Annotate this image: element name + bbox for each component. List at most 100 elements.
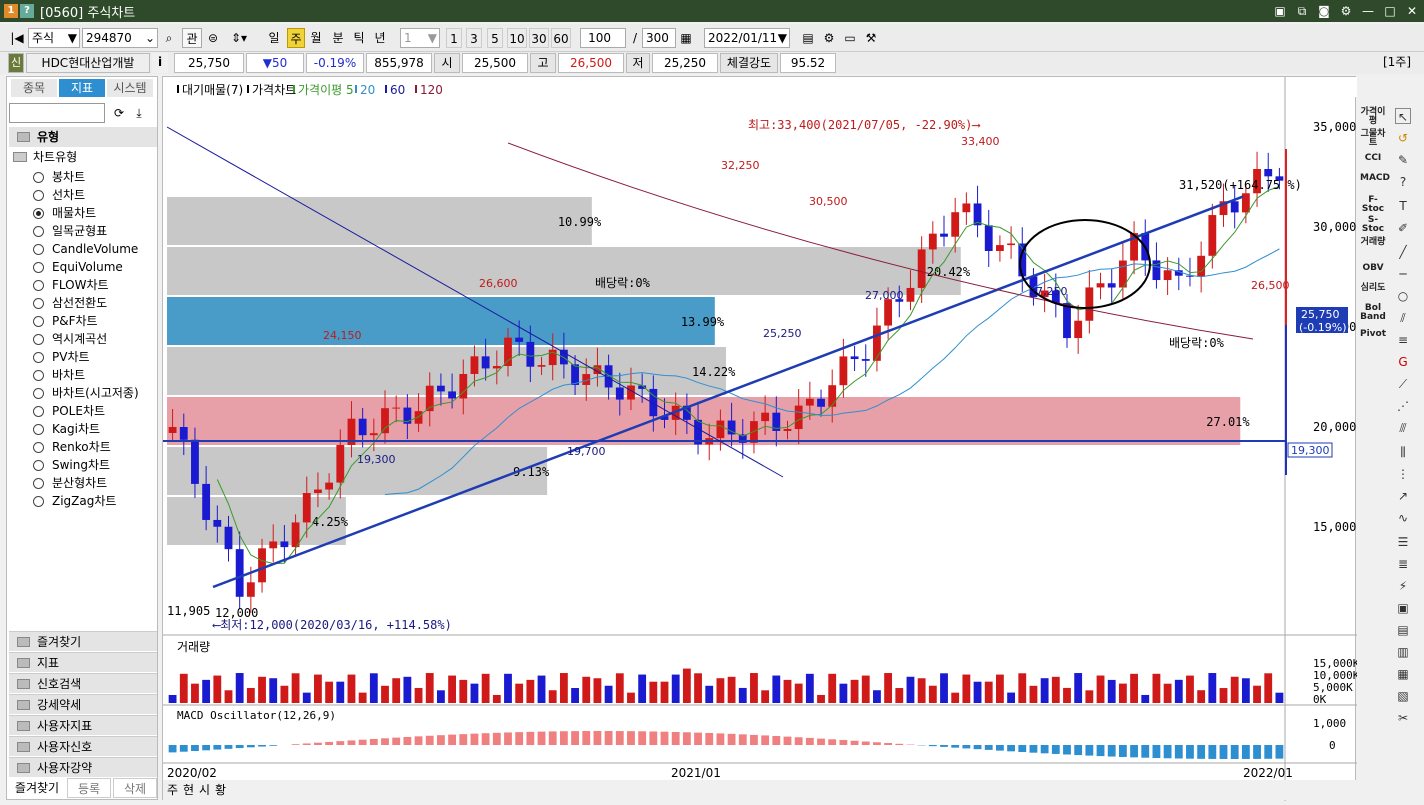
- period-tick[interactable]: 틱: [351, 28, 367, 48]
- count-input[interactable]: 100: [580, 28, 626, 48]
- search-icon[interactable]: ⌕: [160, 28, 178, 48]
- tools-icon[interactable]: ⚒: [863, 28, 879, 48]
- folder-favorites[interactable]: 즐겨찾기: [9, 631, 157, 651]
- tab-system[interactable]: 시스템: [107, 79, 153, 97]
- period-week[interactable]: 주: [287, 28, 305, 48]
- group-chart-type[interactable]: 차트유형: [13, 149, 77, 165]
- maximize-icon[interactable]: □: [1382, 3, 1398, 19]
- channel-icon[interactable]: ⫽: [1395, 310, 1411, 326]
- chart-type-14[interactable]: Kagi차트: [33, 421, 100, 437]
- tab-stock[interactable]: 종목: [11, 79, 57, 97]
- copy-icon[interactable]: ⧉: [1294, 3, 1310, 19]
- radio-icon[interactable]: [33, 495, 44, 507]
- unit-10-button[interactable]: 10: [507, 28, 527, 48]
- stepper-icon[interactable]: ⇕▾: [226, 28, 252, 48]
- radio-icon[interactable]: [33, 207, 44, 219]
- auto-icon[interactable]: ⚡: [1395, 578, 1411, 594]
- chart-type-2[interactable]: 매물차트: [33, 205, 96, 221]
- chart-type-11[interactable]: 바차트: [33, 367, 85, 383]
- tool-icon[interactable]: ✂: [1395, 710, 1411, 726]
- section-type[interactable]: 유형: [9, 127, 157, 147]
- circle-icon[interactable]: ○: [1395, 288, 1411, 304]
- period-month[interactable]: 월: [308, 28, 324, 48]
- radio-icon[interactable]: [33, 477, 44, 489]
- chart-type-7[interactable]: 삼선전환도: [33, 295, 107, 311]
- indicator-shortcut-6[interactable]: 거래량: [1360, 238, 1386, 247]
- radio-icon[interactable]: [33, 225, 44, 237]
- list-icon[interactable]: ☰: [1395, 534, 1411, 550]
- unit-60-button[interactable]: 60: [551, 28, 571, 48]
- unit-select[interactable]: 1 ▼: [400, 28, 440, 48]
- radio-icon[interactable]: [33, 243, 44, 255]
- folder-user-signals[interactable]: 사용자신호: [9, 736, 157, 756]
- folder-signal-search[interactable]: 신호검색: [9, 673, 157, 693]
- radio-icon[interactable]: [33, 171, 44, 183]
- arrow-icon[interactable]: ↗: [1395, 488, 1411, 504]
- stack-icon[interactable]: ≣: [1395, 556, 1411, 572]
- radio-icon[interactable]: [33, 423, 44, 435]
- indicator-shortcut-9[interactable]: Bol Band: [1360, 304, 1386, 322]
- doc-icon[interactable]: ▤: [1395, 622, 1411, 638]
- indicator-shortcut-1[interactable]: 그물차트: [1360, 130, 1386, 148]
- download-icon[interactable]: ⤓: [131, 105, 147, 121]
- hline-icon[interactable]: ─: [1395, 266, 1411, 282]
- chart-type-0[interactable]: 봉차트: [33, 169, 85, 185]
- tab-indicator[interactable]: 지표: [59, 79, 105, 97]
- save-icon[interactable]: ▭: [842, 28, 858, 48]
- chart-type-3[interactable]: 일목균형표: [33, 223, 107, 239]
- period-day[interactable]: 일: [266, 28, 282, 48]
- camera-icon[interactable]: ◙: [1316, 3, 1332, 19]
- radio-icon[interactable]: [33, 351, 44, 363]
- indicator-shortcut-7[interactable]: OBV: [1360, 264, 1386, 273]
- text-icon[interactable]: T: [1395, 198, 1411, 214]
- settings-icon[interactable]: ⊜: [204, 28, 222, 48]
- unit-3-button[interactable]: 3: [466, 28, 482, 48]
- chart-type-5[interactable]: EquiVolume: [33, 259, 123, 275]
- help-icon[interactable]: ?: [20, 4, 34, 18]
- radio-icon[interactable]: [33, 405, 44, 417]
- indicator-shortcut-5[interactable]: S-Stoc: [1360, 216, 1386, 234]
- radio-icon[interactable]: [33, 261, 44, 273]
- line-icon[interactable]: ╱: [1395, 244, 1411, 260]
- wave-icon[interactable]: ∿: [1395, 510, 1411, 526]
- unit-30-button[interactable]: 30: [529, 28, 549, 48]
- indicator-search-input[interactable]: [9, 103, 105, 123]
- indicator-shortcut-3[interactable]: MACD: [1360, 174, 1390, 183]
- chart-settings-icon[interactable]: ▤: [800, 28, 816, 48]
- indicator-shortcut-10[interactable]: Pivot: [1360, 330, 1386, 339]
- unit-1-button[interactable]: 1: [446, 28, 462, 48]
- gear-icon[interactable]: ⚙: [821, 28, 837, 48]
- chart-type-1[interactable]: 선차트: [33, 187, 85, 203]
- chart-type-10[interactable]: PV차트: [33, 349, 90, 365]
- eraser-icon[interactable]: ✎: [1395, 152, 1411, 168]
- radio-icon[interactable]: [33, 315, 44, 327]
- grid-icon[interactable]: ▦: [1395, 666, 1411, 682]
- code-input[interactable]: 294870 ⌄: [82, 28, 158, 48]
- minimize-icon[interactable]: —: [1360, 3, 1376, 19]
- delete-button[interactable]: 삭제: [113, 778, 157, 798]
- first-icon[interactable]: |◀: [8, 28, 26, 48]
- radio-icon[interactable]: [33, 333, 44, 345]
- radio-icon[interactable]: [33, 297, 44, 309]
- chart-type-12[interactable]: 바차트(시고저종): [33, 385, 139, 401]
- chart-area[interactable]: 대기매물(7) 가격차트 가격이평 5 20 60 120 4.25% 9.13% 27.01%…: [162, 76, 1357, 801]
- fan-icon[interactable]: ⋰: [1395, 398, 1411, 414]
- radio-icon[interactable]: [33, 387, 44, 399]
- cycle-icon[interactable]: ⋮: [1395, 466, 1411, 482]
- period-year[interactable]: 년: [372, 28, 388, 48]
- pen-icon[interactable]: ✐: [1395, 220, 1411, 236]
- chart-type-16[interactable]: Swing차트: [33, 457, 110, 473]
- chart-type-9[interactable]: 역시계곡선: [33, 331, 107, 347]
- indicator-shortcut-2[interactable]: CCI: [1360, 154, 1386, 163]
- stock-name[interactable]: HDC현대산업개발: [26, 53, 150, 73]
- chart-type-4[interactable]: CandleVolume: [33, 241, 138, 257]
- indicator-shortcut-0[interactable]: 가격이평: [1360, 108, 1386, 126]
- chart-type-6[interactable]: FLOW차트: [33, 277, 109, 293]
- folder-strength[interactable]: 강세약세: [9, 694, 157, 714]
- close-icon[interactable]: ✕: [1404, 3, 1420, 19]
- gann-icon[interactable]: G: [1395, 354, 1411, 370]
- market-select[interactable]: 주식 ▼: [28, 28, 80, 48]
- parallel-icon[interactable]: ⫻: [1395, 420, 1411, 436]
- gear-icon[interactable]: ⚙: [1338, 3, 1354, 19]
- trend-icon[interactable]: ⟋: [1395, 376, 1411, 392]
